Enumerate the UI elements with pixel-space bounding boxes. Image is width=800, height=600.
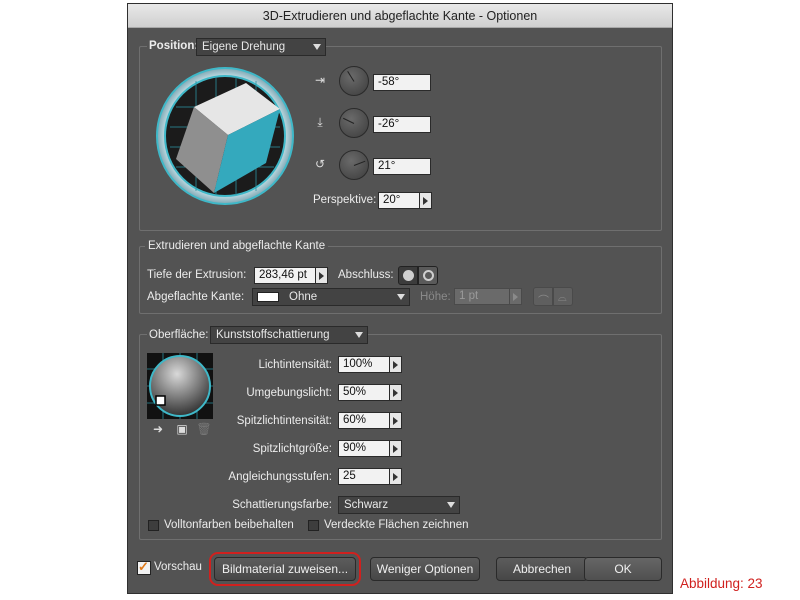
z-axis-rotation-icon: ↺ xyxy=(314,157,326,171)
dialog-title: 3D-Extrudieren und abgeflachte Kante - O… xyxy=(128,4,672,28)
y-axis-rotation-icon: ⤓ xyxy=(317,115,323,129)
perspective-label: Perspektive: xyxy=(313,194,377,206)
rotation-trackball[interactable] xyxy=(156,67,294,205)
chevron-down-icon xyxy=(447,502,455,508)
chevron-down-icon xyxy=(397,294,405,300)
lighting-sphere-preview[interactable] xyxy=(147,353,213,419)
perspective-input[interactable]: 20° xyxy=(378,192,420,209)
position-preset-dropdown[interactable]: Eigene Drehung xyxy=(196,38,326,56)
extrude-depth-arrow-button[interactable] xyxy=(316,267,328,284)
surface-preset-dropdown[interactable]: Kunststoffschattierung xyxy=(210,326,368,344)
position-preset-value: Eigene Drehung xyxy=(202,41,286,53)
bevel-label: Abgeflachte Kante: xyxy=(147,291,245,303)
bevel-dropdown[interactable]: Ohne xyxy=(252,288,410,306)
surface-label: Oberfläche: xyxy=(147,329,211,341)
highlight-intensity-arrow-button[interactable] xyxy=(390,412,402,429)
x-axis-rotation-icon: ⇥ xyxy=(314,73,326,87)
light-intensity-label: Lichtintensität: xyxy=(258,359,332,371)
figure-caption: Abbildung: 23 xyxy=(680,576,763,591)
bevel-out-icon: ⌒ xyxy=(538,295,549,307)
blend-steps-input[interactable]: 25 xyxy=(338,468,390,485)
position-label: Position: xyxy=(147,40,201,52)
x-rotation-dial[interactable] xyxy=(339,66,369,96)
extrude-depth-input[interactable]: 283,46 pt xyxy=(254,267,316,284)
highlight-intensity-label: Spitzlichtintensität: xyxy=(236,415,332,427)
preview-checkbox[interactable]: ✓ xyxy=(137,559,151,575)
bevel-out-button[interactable]: ⌒ xyxy=(533,287,553,307)
z-rotation-dial[interactable] xyxy=(339,150,369,180)
ambient-light-arrow-button[interactable] xyxy=(390,384,402,401)
highlight-size-label: Spitzlichtgröße: xyxy=(252,443,332,455)
perspective-arrow-button[interactable] xyxy=(420,192,432,209)
map-art-button[interactable]: Bildmaterial zuweisen... xyxy=(209,552,361,586)
cap-off-button[interactable] xyxy=(418,266,438,285)
highlight-size-arrow-button[interactable] xyxy=(390,440,402,457)
y-rotation-input[interactable]: -26° xyxy=(373,116,431,133)
preserve-spot-label: Volltonfarben beibehalten xyxy=(164,519,294,531)
blend-steps-arrow-button[interactable] xyxy=(390,468,402,485)
x-rotation-input[interactable]: -58° xyxy=(373,74,431,91)
trash-icon[interactable]: 🗑 xyxy=(196,421,212,437)
light-intensity-input[interactable]: 100% xyxy=(338,356,390,373)
chevron-down-icon xyxy=(313,44,321,50)
dialog-window: 3D-Extrudieren und abgeflachte Kante - O… xyxy=(127,3,673,594)
cap-off-icon xyxy=(423,270,434,281)
extrude-heading: Extrudieren und abgeflachte Kante xyxy=(145,240,329,252)
blend-steps-label: Angleichungsstufen: xyxy=(228,471,332,483)
fewer-options-button[interactable]: Weniger Optionen xyxy=(370,557,480,581)
shading-color-value: Schwarz xyxy=(344,499,389,511)
new-light-icon[interactable]: ▣ xyxy=(174,421,190,437)
cap-on-icon xyxy=(403,270,414,281)
chevron-down-icon xyxy=(355,332,363,338)
draw-hidden-checkbox[interactable] xyxy=(308,520,319,531)
ambient-light-input[interactable]: 50% xyxy=(338,384,390,401)
surface-preset-value: Kunststoffschattierung xyxy=(216,329,330,341)
preview-label: Vorschau xyxy=(154,561,202,573)
extrude-depth-label: Tiefe der Extrusion: xyxy=(147,269,247,281)
shading-color-dropdown[interactable]: Schwarz xyxy=(338,496,460,514)
cap-on-button[interactable] xyxy=(398,266,418,285)
height-input[interactable]: 1 pt xyxy=(454,288,510,305)
dial-hand xyxy=(342,117,355,124)
cancel-button[interactable]: Abbrechen xyxy=(496,557,588,581)
y-rotation-dial[interactable] xyxy=(339,108,369,138)
height-label: Höhe: xyxy=(420,291,451,303)
ok-button[interactable]: OK xyxy=(584,557,662,581)
highlight-size-input[interactable]: 90% xyxy=(338,440,390,457)
height-arrow-button[interactable] xyxy=(510,288,522,305)
dial-hand xyxy=(347,71,355,82)
shading-color-label: Schattierungsfarbe: xyxy=(232,499,332,511)
bevel-in-button[interactable]: ⌓ xyxy=(553,287,573,306)
highlight-intensity-input[interactable]: 60% xyxy=(338,412,390,429)
preserve-spot-checkbox[interactable] xyxy=(148,520,159,531)
z-rotation-input[interactable]: 21° xyxy=(373,158,431,175)
ambient-light-label: Umgebungslicht: xyxy=(246,387,332,399)
bevel-value: Ohne xyxy=(289,291,318,303)
bevel-in-icon: ⌓ xyxy=(558,292,567,304)
light-source-handle xyxy=(155,395,166,406)
light-intensity-arrow-button[interactable] xyxy=(390,356,402,373)
bevel-swatch-icon xyxy=(257,292,279,302)
checkmark-icon: ✓ xyxy=(138,559,149,574)
move-light-back-icon[interactable]: ➜ xyxy=(150,421,166,437)
dial-hand xyxy=(353,160,366,166)
cap-label: Abschluss: xyxy=(338,269,394,281)
draw-hidden-label: Verdeckte Flächen zeichnen xyxy=(324,519,469,531)
